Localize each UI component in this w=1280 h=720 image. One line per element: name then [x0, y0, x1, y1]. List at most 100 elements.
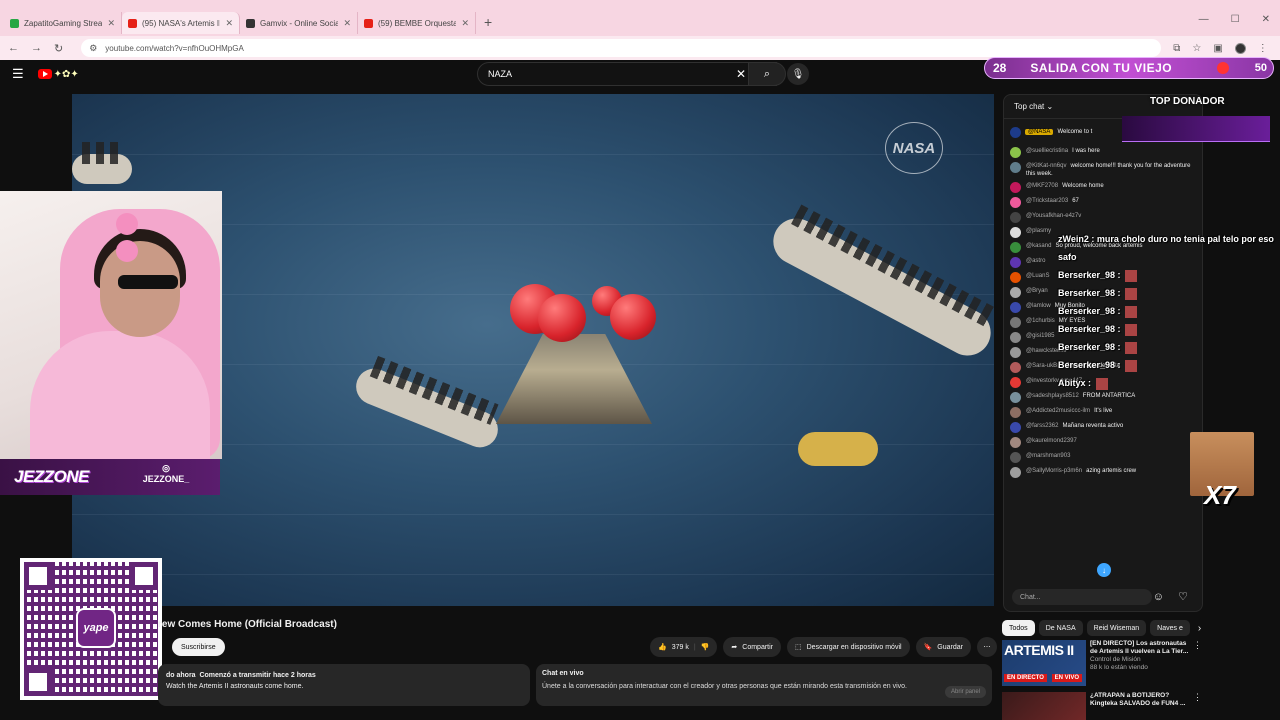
- browser-tab[interactable]: Gamvix - Online Social Casino ✕: [240, 12, 358, 34]
- forward-icon[interactable]: →: [31, 42, 42, 54]
- chat-message: @Trickstaar203 67: [1004, 195, 1202, 210]
- more-dots-icon[interactable]: ⋮: [1193, 692, 1202, 703]
- back-icon[interactable]: ←: [8, 42, 19, 54]
- meme-emote: X7: [1190, 432, 1254, 510]
- recovery-boat: [765, 204, 994, 364]
- video-description[interactable]: do ahora Comenzó a transmitir hace 2 hor…: [158, 664, 530, 706]
- video-thumbnail[interactable]: [1002, 692, 1086, 720]
- recovery-boat: [72, 142, 132, 184]
- scroll-down-button[interactable]: ↓: [1097, 563, 1111, 577]
- close-tab-icon[interactable]: ✕: [343, 18, 351, 29]
- browser-tab-active[interactable]: (95) NASA's Artemis II Crew Co ✕: [122, 12, 240, 34]
- chip-naves[interactable]: Naves e: [1150, 620, 1190, 636]
- chat-username: @Bryan: [1026, 288, 1048, 294]
- tab-title: (95) NASA's Artemis II Crew Co: [142, 18, 221, 28]
- song-banner: 28 SALIDA CON TU VIEJO 50: [984, 57, 1274, 79]
- voice-search-button[interactable]: 🎙: [787, 63, 809, 85]
- chat-avatar: [1010, 407, 1021, 418]
- chevron-right-icon[interactable]: ›: [1198, 623, 1201, 634]
- overlay-chat-line: Berserker_98 :: [1058, 338, 1274, 356]
- emoji-icon[interactable]: ☺: [1153, 591, 1164, 603]
- url-text: youtube.com/watch?v=nfhOuOHMpGA: [105, 43, 244, 53]
- like-button[interactable]: 👍 379 k | 👎: [650, 637, 718, 657]
- extensions-icon[interactable]: ▣: [1213, 43, 1222, 54]
- clear-search-icon[interactable]: ✕: [736, 67, 746, 81]
- minimize-icon[interactable]: —: [1199, 14, 1209, 25]
- menu-dots-icon[interactable]: ⋮: [1258, 43, 1268, 54]
- new-tab-icon[interactable]: +: [484, 14, 492, 30]
- chat-avatar: [1010, 377, 1021, 388]
- chat-message: @MKF2708 Welcome home: [1004, 180, 1202, 195]
- yape-logo-text: yape: [83, 622, 109, 634]
- close-window-icon[interactable]: ✕: [1262, 14, 1270, 25]
- cast-icon[interactable]: ⧉: [1173, 43, 1180, 54]
- hamburger-menu-icon[interactable]: ☰: [12, 66, 24, 82]
- thumbs-down-icon[interactable]: 👎: [701, 643, 710, 651]
- cat-ear-headset: [116, 213, 176, 262]
- nasa-watermark-text: NASA: [892, 139, 936, 157]
- tab-title: ZapatitoGaming Stream - Watc: [24, 18, 103, 28]
- bookmark-star-icon[interactable]: ☆: [1192, 43, 1201, 54]
- desc-text: Watch the Artemis II astronauts come hom…: [166, 683, 304, 690]
- save-button[interactable]: 🔖 Guardar: [915, 637, 971, 657]
- sunglasses: [118, 275, 178, 289]
- desc-started: Comenzó a transmitir hace 2 horas: [199, 672, 316, 679]
- url-field[interactable]: ⚙ youtube.com/watch?v=nfhOuOHMpGA: [81, 39, 1162, 57]
- recommended-video[interactable]: ARTEMIS II EN DIRECTO EN VIVO [EN DIRECT…: [1002, 640, 1202, 686]
- streamer-webcam: [0, 191, 222, 459]
- overlay-chat-name: Berserker_98 :: [1058, 306, 1121, 316]
- heart-reaction-icon[interactable]: ♡: [1178, 590, 1188, 603]
- top-donor-label: TOP DONADOR: [1150, 96, 1225, 107]
- chat-avatar: [1010, 287, 1021, 298]
- chip-nasa[interactable]: De NASA: [1038, 620, 1083, 636]
- chat-username: @KitKat-nn6qv: [1026, 163, 1067, 169]
- more-dots-icon: ⋯: [983, 644, 991, 651]
- chat-username: @gisi1985: [1026, 333, 1055, 339]
- chat-avatar: [1010, 467, 1021, 478]
- site-info-icon[interactable]: ⚙: [89, 43, 97, 54]
- yape-logo: yape: [76, 608, 116, 648]
- search-query: NAZA: [488, 69, 513, 79]
- recommended-video[interactable]: ¿ATRAPAN a BOTIJERO? Kingteka SALVADO de…: [1002, 692, 1202, 720]
- chat-avatar: [1010, 272, 1021, 283]
- emote-icon: [1125, 323, 1138, 336]
- chip-reid-wiseman[interactable]: Reid Wiseman: [1086, 620, 1147, 636]
- reload-icon[interactable]: ↻: [54, 42, 63, 55]
- chat-input[interactable]: Chat...: [1012, 589, 1152, 605]
- thumbs-up-icon: 👍: [658, 644, 667, 651]
- search-input[interactable]: NAZA ✕ ⌕: [477, 62, 786, 86]
- emote-icon: [1125, 341, 1138, 354]
- search-button[interactable]: ⌕: [748, 62, 786, 86]
- more-dots-icon[interactable]: ⋮: [1193, 640, 1202, 651]
- share-button[interactable]: ➦ Compartir: [723, 637, 781, 657]
- profile-avatar[interactable]: [1234, 42, 1246, 54]
- live-chat-box: Chat en vivo Únete a la conversación par…: [536, 664, 992, 706]
- maximize-icon[interactable]: ☐: [1231, 14, 1240, 25]
- pinned-user: @NASA: [1025, 129, 1054, 135]
- video-thumbnail[interactable]: ARTEMIS II EN DIRECTO EN VIVO: [1002, 640, 1086, 686]
- chat-text: I was here: [1072, 148, 1100, 154]
- youtube-logo[interactable]: ✦✿✦: [37, 67, 88, 81]
- close-tab-icon[interactable]: ✕: [461, 18, 469, 29]
- chip-all[interactable]: Todos: [1002, 620, 1035, 636]
- more-actions-button[interactable]: ⋯: [976, 637, 997, 657]
- chat-username: @kaurelmond2397: [1026, 438, 1077, 444]
- overlay-chat-line: Abityx :: [1058, 374, 1274, 392]
- open-panel-button[interactable]: Abrir panel: [944, 686, 986, 698]
- chat-username: @Sara-ukBui: [1026, 363, 1062, 369]
- chat-username: @kasand: [1026, 243, 1052, 249]
- chat-avatar: [1010, 197, 1021, 208]
- browser-tab[interactable]: ZapatitoGaming Stream - Watc ✕: [4, 12, 122, 34]
- chat-username: @farss2362: [1026, 423, 1059, 429]
- search-icon: ⌕: [763, 67, 771, 80]
- desc-status: do ahora: [166, 672, 196, 679]
- close-tab-icon[interactable]: ✕: [225, 18, 233, 29]
- close-tab-icon[interactable]: ✕: [107, 18, 115, 29]
- chat-avatar: [1010, 212, 1021, 223]
- chat-avatar: [1010, 362, 1021, 373]
- browser-tab[interactable]: (59) BEMBE Orquesta feat ✕: [358, 12, 476, 34]
- share-icon: ➦: [731, 644, 738, 651]
- download-button[interactable]: ⬚ Descargar en dispositivo móvil: [787, 637, 910, 657]
- tab-favicon-icon: [10, 18, 19, 28]
- subscribe-button[interactable]: Suscribirse: [172, 638, 225, 656]
